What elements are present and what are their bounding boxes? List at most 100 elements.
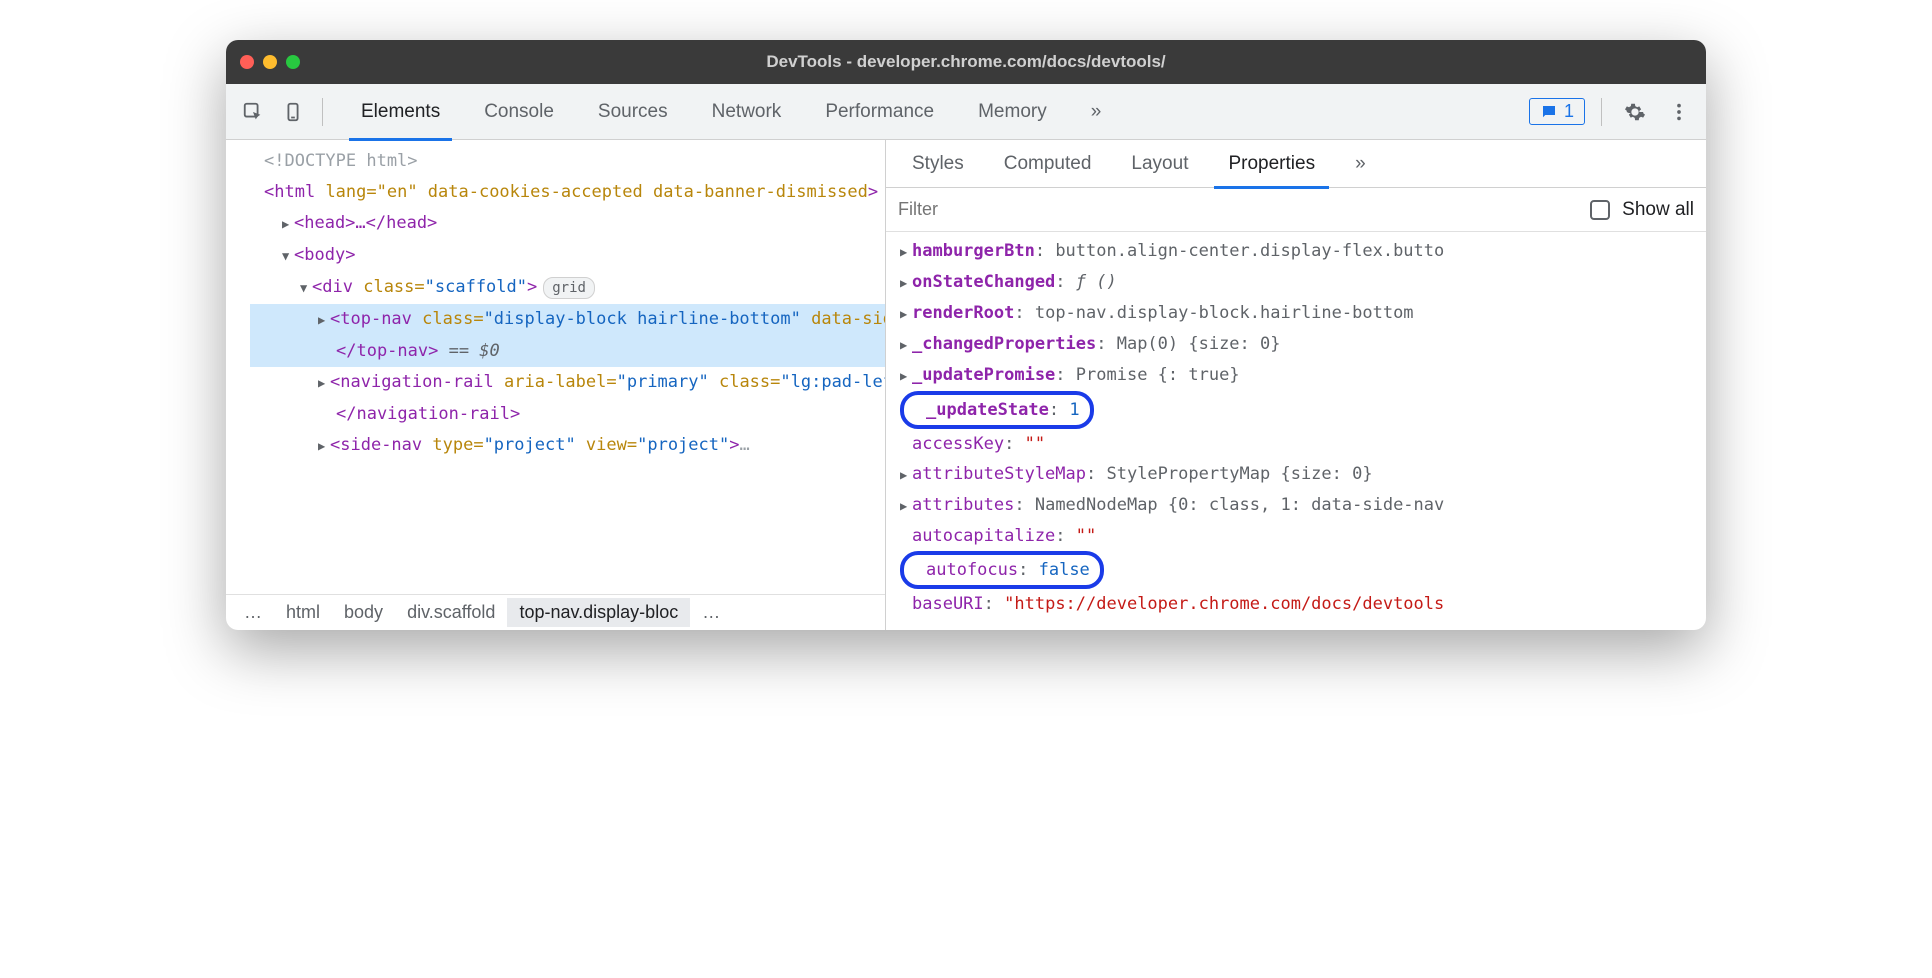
crumb-topnav[interactable]: top-nav.display-bloc bbox=[507, 598, 690, 627]
head-element[interactable]: ▶<head>…</head> bbox=[250, 208, 885, 240]
property-value: ƒ () bbox=[1076, 272, 1117, 292]
property-row[interactable]: accessKey: "" bbox=[894, 429, 1706, 459]
tab-performance[interactable]: Performance bbox=[803, 84, 956, 140]
more-subtabs-icon[interactable]: » bbox=[1335, 140, 1386, 188]
expand-icon[interactable]: ▶ bbox=[900, 237, 912, 267]
property-key: attributes bbox=[912, 495, 1014, 515]
grid-badge[interactable]: grid bbox=[543, 277, 595, 299]
crumb-overflow-end[interactable]: … bbox=[690, 598, 732, 627]
highlight-circle: _updateState: 1 bbox=[900, 391, 1094, 429]
settings-icon[interactable] bbox=[1618, 95, 1652, 129]
crumb-scaffold[interactable]: div.scaffold bbox=[395, 598, 507, 627]
filter-input[interactable] bbox=[898, 199, 1578, 220]
crumb-body[interactable]: body bbox=[332, 598, 395, 627]
property-key: accessKey bbox=[912, 434, 1004, 454]
property-value: Map(0) {size: 0} bbox=[1117, 334, 1281, 354]
sidebar-tabs: Styles Computed Layout Properties » bbox=[886, 140, 1706, 188]
tab-sources[interactable]: Sources bbox=[576, 84, 690, 140]
zoom-icon[interactable] bbox=[286, 55, 300, 69]
show-all-label: Show all bbox=[1622, 199, 1694, 221]
tab-console[interactable]: Console bbox=[462, 84, 576, 140]
html-element[interactable]: <html lang="en" data-cookies-accepted da… bbox=[250, 177, 885, 208]
doctype: <!DOCTYPE html> bbox=[264, 151, 418, 171]
property-row[interactable]: autofocus: false bbox=[894, 551, 1706, 589]
property-row[interactable]: ▶renderRoot: top-nav.display-block.hairl… bbox=[894, 298, 1706, 329]
property-value: Promise {: true} bbox=[1076, 365, 1240, 385]
tab-network[interactable]: Network bbox=[690, 84, 804, 140]
property-value: top-nav.display-block.hairline-bottom bbox=[1035, 303, 1414, 323]
property-key: _updateState bbox=[926, 400, 1049, 420]
property-value: NamedNodeMap {0: class, 1: data-side-nav bbox=[1035, 495, 1444, 515]
close-icon[interactable] bbox=[240, 55, 254, 69]
window-title: DevTools - developer.chrome.com/docs/dev… bbox=[766, 52, 1165, 72]
property-value: false bbox=[1039, 560, 1090, 580]
show-all-checkbox[interactable] bbox=[1590, 200, 1610, 220]
property-row[interactable]: ▶onStateChanged: ƒ () bbox=[894, 267, 1706, 298]
subtab-computed[interactable]: Computed bbox=[984, 140, 1112, 188]
filter-row: Show all bbox=[886, 188, 1706, 232]
property-value: "" bbox=[1025, 434, 1045, 454]
dom-tree[interactable]: <!DOCTYPE html> <html lang="en" data-coo… bbox=[250, 140, 885, 462]
sidebar-pane: Styles Computed Layout Properties » Show… bbox=[886, 140, 1706, 630]
property-key: renderRoot bbox=[912, 303, 1014, 323]
property-row[interactable]: ▶_changedProperties: Map(0) {size: 0} bbox=[894, 329, 1706, 360]
property-key: _changedProperties bbox=[912, 334, 1096, 354]
property-key: autocapitalize bbox=[912, 526, 1055, 546]
scaffold-element[interactable]: ▼<div class="scaffold">grid bbox=[250, 272, 885, 304]
issues-count: 1 bbox=[1564, 101, 1574, 122]
property-value: StylePropertyMap {size: 0} bbox=[1106, 464, 1372, 484]
device-toggle-icon[interactable] bbox=[276, 95, 310, 129]
property-row[interactable]: baseURI: "https://developer.chrome.com/d… bbox=[894, 589, 1706, 619]
property-key: _updatePromise bbox=[912, 365, 1055, 385]
minimize-icon[interactable] bbox=[263, 55, 277, 69]
kebab-menu-icon[interactable] bbox=[1662, 95, 1696, 129]
property-key: baseURI bbox=[912, 594, 984, 614]
property-row[interactable]: ▶hamburgerBtn: button.align-center.displ… bbox=[894, 236, 1706, 267]
expand-icon[interactable]: ▶ bbox=[900, 460, 912, 490]
property-row[interactable]: _updateState: 1 bbox=[894, 391, 1706, 429]
subtab-properties[interactable]: Properties bbox=[1208, 140, 1335, 188]
subtab-layout[interactable]: Layout bbox=[1111, 140, 1208, 188]
property-row[interactable]: autocapitalize: "" bbox=[894, 521, 1706, 551]
crumb-overflow[interactable]: … bbox=[232, 598, 274, 627]
property-value: button.align-center.display-flex.butto bbox=[1055, 241, 1444, 261]
more-tabs-icon[interactable]: » bbox=[1069, 84, 1124, 140]
divider bbox=[322, 98, 323, 126]
devtools-window: DevTools - developer.chrome.com/docs/dev… bbox=[226, 40, 1706, 630]
property-row[interactable]: ▶attributeStyleMap: StylePropertyMap {si… bbox=[894, 459, 1706, 490]
panel-tabs: Elements Console Sources Network Perform… bbox=[339, 84, 1529, 140]
expand-icon[interactable]: ▶ bbox=[900, 299, 912, 329]
breadcrumb: … html body div.scaffold top-nav.display… bbox=[226, 594, 885, 630]
tab-memory[interactable]: Memory bbox=[956, 84, 1069, 140]
elements-panel: <!DOCTYPE html> <html lang="en" data-coo… bbox=[226, 140, 886, 630]
property-key: hamburgerBtn bbox=[912, 241, 1035, 261]
body-element[interactable]: ▼<body> bbox=[250, 240, 885, 272]
highlight-circle: autofocus: false bbox=[900, 551, 1104, 589]
property-row[interactable]: ▶attributes: NamedNodeMap {0: class, 1: … bbox=[894, 490, 1706, 521]
subtab-styles[interactable]: Styles bbox=[892, 140, 984, 188]
expand-icon[interactable]: ▶ bbox=[900, 330, 912, 360]
titlebar: DevTools - developer.chrome.com/docs/dev… bbox=[226, 40, 1706, 84]
property-value: "https://developer.chrome.com/docs/devto… bbox=[1004, 594, 1444, 614]
property-key: autofocus bbox=[926, 560, 1018, 580]
issues-badge[interactable]: 1 bbox=[1529, 98, 1585, 125]
property-row[interactable]: ▶_updatePromise: Promise {: true} bbox=[894, 360, 1706, 391]
property-key: onStateChanged bbox=[912, 272, 1055, 292]
tab-elements[interactable]: Elements bbox=[339, 84, 462, 140]
crumb-html[interactable]: html bbox=[274, 598, 332, 627]
property-value: 1 bbox=[1069, 400, 1079, 420]
property-key: attributeStyleMap bbox=[912, 464, 1086, 484]
side-nav-element[interactable]: ▶<side-nav type="project" view="project"… bbox=[250, 430, 885, 462]
expand-icon[interactable]: ▶ bbox=[900, 268, 912, 298]
selected-element-topnav[interactable]: ⋯ ▶<top-nav class="display-block hairlin… bbox=[250, 304, 885, 367]
properties-list[interactable]: ▶hamburgerBtn: button.align-center.displ… bbox=[886, 232, 1706, 630]
main-toolbar: Elements Console Sources Network Perform… bbox=[226, 84, 1706, 140]
inspect-element-icon[interactable] bbox=[236, 95, 270, 129]
navigation-rail-element[interactable]: ▶<navigation-rail aria-label="primary" c… bbox=[250, 367, 885, 399]
expand-icon[interactable]: ▶ bbox=[900, 361, 912, 391]
traffic-lights bbox=[240, 55, 300, 69]
divider bbox=[1601, 98, 1602, 126]
content-area: <!DOCTYPE html> <html lang="en" data-coo… bbox=[226, 140, 1706, 630]
property-value: "" bbox=[1076, 526, 1096, 546]
expand-icon[interactable]: ▶ bbox=[900, 491, 912, 521]
